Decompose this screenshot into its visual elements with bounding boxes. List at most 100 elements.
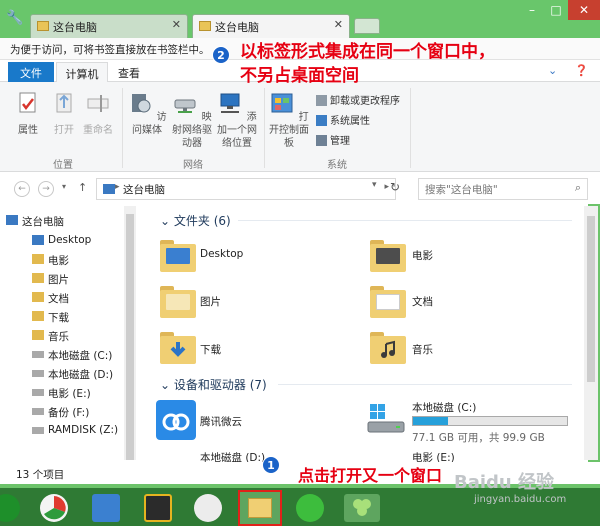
- search-icon: ⌕: [574, 181, 581, 194]
- chevron-down-icon: ⌄: [160, 214, 174, 228]
- pictures-folder-icon: [32, 273, 44, 283]
- wrench-icon[interactable]: 🔧: [6, 10, 23, 26]
- properties-button[interactable]: 属性: [10, 90, 46, 137]
- rename-button[interactable]: 重命名: [80, 90, 116, 137]
- clover-app-icon[interactable]: [344, 494, 380, 522]
- clock-app-icon[interactable]: [194, 494, 222, 522]
- tab-close-button[interactable]: ✕: [334, 18, 343, 31]
- add-network-location-button[interactable]: 添加一个网络位置: [214, 90, 260, 150]
- refresh-icon[interactable]: ↻: [390, 180, 400, 194]
- folder-icon: [199, 21, 211, 31]
- download-arrow-icon: [166, 340, 190, 357]
- folders-header[interactable]: ⌄ 文件夹 (6): [160, 212, 231, 229]
- content-scrollbar-thumb[interactable]: [587, 216, 595, 382]
- forward-button[interactable]: →: [38, 181, 54, 197]
- folder-downloads[interactable]: [160, 330, 198, 364]
- drive-icon: [32, 408, 44, 415]
- nav-scrollbar-thumb[interactable]: [126, 214, 134, 460]
- nav-item-this-pc[interactable]: 这台电脑: [6, 214, 64, 229]
- nav-item-drive-c[interactable]: 本地磁盘 (C:): [32, 348, 112, 363]
- tab-view[interactable]: 查看: [112, 62, 146, 82]
- nav-item-music[interactable]: 音乐: [32, 329, 69, 344]
- tab-this-pc-2[interactable]: 这台电脑 ✕: [192, 14, 350, 38]
- app-360-icon[interactable]: [40, 494, 68, 522]
- new-tab-button[interactable]: [354, 18, 380, 34]
- weiyun-icon[interactable]: [156, 400, 196, 440]
- search-input[interactable]: 搜索"这台电脑" ⌕: [418, 178, 588, 200]
- map-drive-button[interactable]: 映射网络驱动器: [170, 90, 214, 150]
- media-app-icon[interactable]: [144, 494, 172, 522]
- access-media-button[interactable]: 访问媒体: [126, 90, 168, 137]
- baidu-watermark: Baidu 经验 jingyan.baidu.com: [454, 468, 566, 505]
- search-placeholder: 搜索"这台电脑": [425, 184, 498, 196]
- folder-movies[interactable]: [370, 238, 408, 272]
- manage-button[interactable]: 管理: [316, 132, 350, 147]
- folder-desktop[interactable]: [160, 238, 198, 272]
- downloads-folder-icon: [32, 311, 44, 321]
- nav-item-movies[interactable]: 电影: [32, 253, 69, 268]
- folder-documents[interactable]: [370, 284, 408, 318]
- system-properties-icon: [316, 115, 327, 126]
- uninstall-button[interactable]: 卸载或更改程序: [316, 92, 400, 107]
- system-properties-button[interactable]: 系统属性: [316, 112, 370, 127]
- minimize-button[interactable]: –: [520, 0, 544, 20]
- ribbon-controls: ⌄ ❓: [548, 64, 588, 77]
- network-location-icon: [220, 93, 240, 113]
- desktop-icon: [32, 235, 44, 245]
- address-bar[interactable]: ▸ 这台电脑 ▸: [96, 178, 396, 200]
- navigation-pane: 这台电脑 Desktop 电影 图片 文档 下载 音乐 本地磁盘 (C:) 本地…: [0, 204, 138, 462]
- hint-text: 为便于访问，可将书签直接放在书签栏中。: [10, 44, 210, 56]
- devices-header[interactable]: ⌄ 设备和驱动器 (7): [160, 376, 267, 393]
- nav-item-drive-z[interactable]: RAMDISK (Z:): [32, 424, 118, 436]
- uninstall-icon: [316, 95, 327, 106]
- drive-icon: [32, 370, 44, 377]
- nav-item-drive-f[interactable]: 备份 (F:): [32, 405, 89, 420]
- device-label: 腾讯微云: [200, 416, 242, 428]
- desktop-icon: [166, 248, 190, 264]
- file-explorer-taskbar-button[interactable]: [238, 490, 282, 526]
- nav-item-downloads[interactable]: 下载: [32, 310, 69, 325]
- back-button[interactable]: ←: [14, 181, 30, 197]
- maximize-button[interactable]: □: [544, 0, 568, 20]
- tab-close-button[interactable]: ✕: [172, 18, 181, 31]
- monitor-app-icon[interactable]: [92, 494, 120, 522]
- window-controls: – □ ✕: [520, 0, 600, 20]
- drive-icon: [32, 351, 44, 358]
- folder-label: 音乐: [412, 344, 433, 356]
- up-button[interactable]: ↑: [78, 181, 87, 194]
- pictures-icon: [166, 294, 190, 310]
- folder-music[interactable]: [370, 330, 408, 364]
- recent-locations-icon[interactable]: ▾: [62, 182, 66, 191]
- tab-file[interactable]: 文件: [8, 62, 54, 82]
- tab-this-pc-1[interactable]: 这台电脑 ✕: [30, 14, 188, 38]
- folder-label: 电影: [412, 250, 433, 262]
- film-icon: [376, 248, 400, 264]
- divider: [238, 220, 572, 221]
- item-count: 13 个项目: [16, 469, 65, 481]
- tab-label: 这台电脑: [53, 21, 97, 34]
- folder-label: 下载: [200, 344, 221, 356]
- nav-item-pictures[interactable]: 图片: [32, 272, 69, 287]
- group-location-label: 位置: [53, 160, 73, 171]
- chevron-down-icon[interactable]: ⌄: [548, 64, 557, 77]
- address-dropdown-icon[interactable]: ▾: [372, 180, 377, 190]
- nav-item-drive-d[interactable]: 本地磁盘 (D:): [32, 367, 113, 382]
- open-icon: [56, 93, 72, 113]
- close-button[interactable]: ✕: [568, 0, 600, 20]
- network-drive-icon: [174, 99, 196, 113]
- tab-computer[interactable]: 计算机: [56, 62, 108, 82]
- open-button[interactable]: 打开: [48, 90, 80, 137]
- folder-label: 文档: [412, 296, 433, 308]
- computer-icon: [103, 184, 115, 194]
- help-icon[interactable]: ❓: [575, 64, 589, 77]
- nav-item-drive-e[interactable]: 电影 (E:): [32, 386, 91, 401]
- music-note-icon: [376, 340, 400, 358]
- nav-item-desktop[interactable]: Desktop: [32, 234, 91, 246]
- control-panel-button[interactable]: 打开控制面板: [268, 90, 310, 150]
- watermark-url: jingyan.baidu.com: [474, 494, 567, 505]
- folder-pictures[interactable]: [160, 284, 198, 318]
- music-folder-icon: [32, 330, 44, 340]
- nav-item-documents[interactable]: 文档: [32, 291, 69, 306]
- refresh-app-icon[interactable]: [296, 494, 324, 522]
- windows-drive-icon[interactable]: [366, 402, 406, 436]
